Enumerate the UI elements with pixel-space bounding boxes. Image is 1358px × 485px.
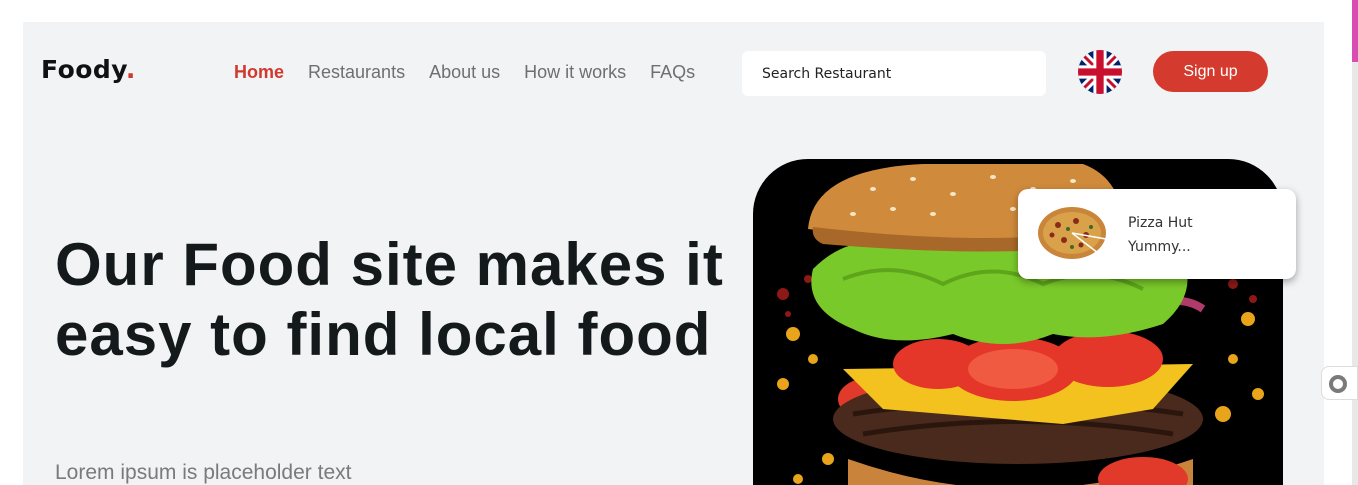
hero-subtitle: Lorem ipsum is placeholder text: [55, 461, 352, 484]
card-subtitle: Yummy...: [1128, 239, 1191, 255]
landing-page: Foody. Home Restaurants About us How it …: [23, 22, 1324, 485]
pizza-thumbnail: [1036, 205, 1108, 261]
page-scrollbar[interactable]: [1352, 0, 1358, 485]
uk-flag-icon[interactable]: [1078, 50, 1122, 94]
extension-widget[interactable]: [1321, 366, 1358, 400]
brand-logo[interactable]: Foody.: [41, 55, 136, 84]
nav-item-about-us[interactable]: About us: [429, 62, 500, 83]
nav-item-home[interactable]: Home: [234, 62, 284, 83]
card-title: Pizza Hut: [1128, 215, 1193, 231]
brand-name: Foody: [41, 55, 126, 84]
main-nav: Home Restaurants About us How it works F…: [234, 62, 719, 83]
search-input[interactable]: [742, 51, 1046, 96]
extension-icon: [1329, 375, 1347, 393]
brand-dot: .: [125, 55, 136, 84]
scrollbar-thumb[interactable]: [1352, 0, 1358, 62]
signup-button[interactable]: Sign up: [1153, 51, 1268, 92]
nav-item-restaurants[interactable]: Restaurants: [308, 62, 405, 83]
hero-headline: Our Food site makes it easy to find loca…: [55, 231, 724, 368]
nav-item-how-it-works[interactable]: How it works: [524, 62, 626, 83]
restaurant-card[interactable]: Pizza Hut Yummy...: [1018, 189, 1296, 279]
nav-item-faqs[interactable]: FAQs: [650, 62, 695, 83]
